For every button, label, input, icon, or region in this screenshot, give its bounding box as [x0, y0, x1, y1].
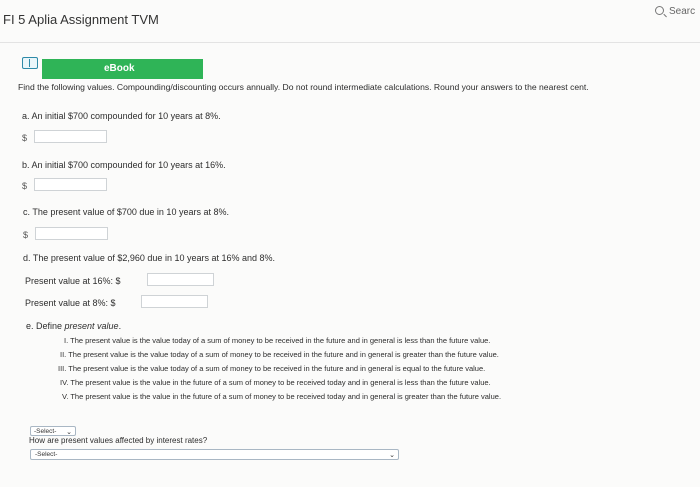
option-v: V. The present value is the value in the…	[62, 392, 502, 401]
definition-select-value: -Select-	[34, 428, 57, 435]
question-d-text: d. The present value of $2,960 due in 10…	[23, 253, 276, 263]
question-a-text: a. An initial $700 compounded for 10 yea…	[22, 111, 221, 121]
chevron-down-icon: ⌄	[389, 452, 395, 459]
option-iv: IV. The present value is the value in th…	[60, 378, 491, 387]
page-title: FI 5 Aplia Assignment TVM	[3, 12, 159, 27]
definition-select[interactable]: -Select- ⌄	[30, 426, 76, 436]
pv16-label: Present value at 16%: $	[25, 276, 121, 286]
search-button[interactable]: Searc	[655, 5, 695, 17]
interest-rate-select-value: -Select-	[35, 451, 58, 458]
option-ii: II. The present value is the value today…	[60, 350, 499, 359]
question-a-input[interactable]	[34, 130, 107, 143]
ebook-button[interactable]: eBook	[42, 59, 203, 79]
search-label: Searc	[669, 6, 696, 17]
question-a-currency: $	[22, 133, 28, 143]
book-icon[interactable]	[22, 57, 38, 69]
option-i: I. The present value is the value today …	[64, 336, 491, 345]
question-c-text: c. The present value of $700 due in 10 y…	[23, 207, 229, 217]
question-c-input[interactable]	[35, 227, 108, 240]
interest-rate-select[interactable]: -Select- ⌄	[30, 449, 399, 460]
question-e-2-text: How are present values affected by inter…	[29, 436, 208, 445]
question-e-suffix: .	[118, 321, 122, 331]
question-b-text: b. An initial $700 compounded for 10 yea…	[22, 160, 226, 170]
header-divider	[0, 42, 700, 43]
question-b-currency: $	[22, 181, 28, 191]
question-e-term: present value	[64, 321, 119, 331]
question-c-currency: $	[23, 230, 29, 240]
search-icon	[655, 6, 664, 15]
question-e-prefix: e. Define	[26, 321, 65, 331]
option-iii: III. The present value is the value toda…	[58, 364, 486, 373]
question-b-input[interactable]	[34, 178, 107, 191]
instructions-text: Find the following values. Compounding/d…	[18, 82, 589, 92]
pv8-input[interactable]	[141, 295, 208, 308]
pv8-label: Present value at 8%: $	[25, 298, 116, 308]
question-e-text: e. Define present value.	[26, 321, 121, 331]
pv16-input[interactable]	[147, 273, 214, 286]
